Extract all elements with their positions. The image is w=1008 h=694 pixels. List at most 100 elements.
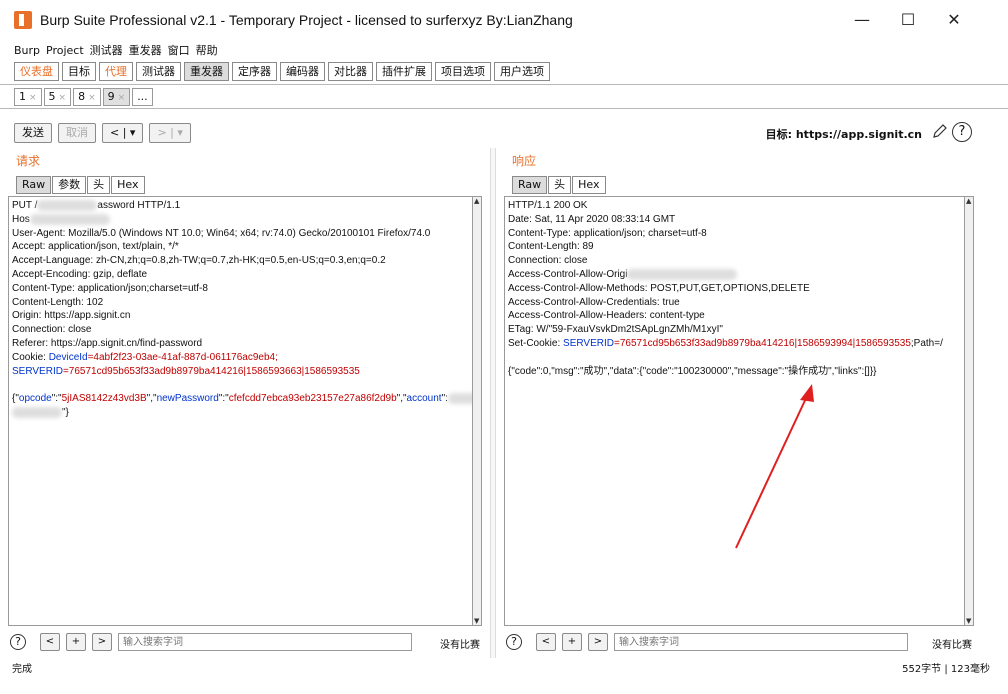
menu-help[interactable]: 帮助 (196, 42, 218, 58)
json-punct: "} (62, 406, 69, 418)
menu-window[interactable]: 窗口 (168, 42, 190, 58)
serverid-line: SERVERID=76571cd95b653f33ad9b8979ba41421… (12, 365, 470, 379)
header-line: Accept: application/json, text/plain, */… (12, 241, 179, 253)
repeater-tab-label: ... (137, 90, 148, 103)
tab-intruder[interactable]: 测试器 (136, 62, 181, 81)
next-match-button[interactable]: > (588, 633, 608, 651)
search-input[interactable] (118, 633, 412, 651)
close-icon[interactable]: × (118, 93, 126, 103)
prev-match-button[interactable]: < (536, 633, 556, 651)
json-key: account (406, 393, 442, 405)
help-icon[interactable]: ? (10, 634, 26, 650)
header-line: Access-Control-Allow-Methods: POST,PUT,G… (508, 282, 810, 294)
send-button[interactable]: 发送 (14, 123, 52, 143)
maximize-button[interactable]: ☐ (898, 11, 918, 31)
menu-repeater[interactable]: 重发器 (129, 42, 162, 58)
tab-headers[interactable]: 头 (87, 176, 111, 194)
request-tabs: Raw 参数 头 Hex (16, 176, 145, 194)
tab-dashboard[interactable]: 仪表盘 (14, 62, 59, 81)
request-editor[interactable]: PUT / assword HTTP/1.1 Hos User-Agent: Mozi… (8, 196, 474, 626)
close-icon[interactable]: × (88, 93, 96, 103)
repeater-tab[interactable]: 8 × (73, 88, 101, 106)
help-icon[interactable]: ? (952, 122, 972, 142)
close-icon[interactable]: × (29, 93, 37, 103)
status-line: HTTP/1.1 200 OK (508, 200, 588, 211)
scroll-down-icon[interactable]: ▼ (474, 617, 479, 625)
target-label: 目标: https://app.signit.cn (765, 128, 922, 141)
window-title: Burp Suite Professional v2.1 - Temporary… (40, 12, 573, 28)
tab-user-options[interactable]: 用户选项 (494, 62, 550, 81)
request-search-bar: ? < + > (10, 632, 412, 652)
tab-hex[interactable]: Hex (111, 176, 145, 194)
response-stats: 552字节 | 123毫秒 (902, 664, 990, 675)
tab-raw[interactable]: Raw (512, 176, 548, 194)
tab-proxy[interactable]: 代理 (99, 62, 133, 81)
tab-raw[interactable]: Raw (16, 176, 52, 194)
add-button[interactable]: + (66, 633, 86, 651)
menu-burp[interactable]: Burp (14, 44, 40, 57)
json-value: cfefcdd7ebca93eb23157e27a86f2d9b (228, 393, 397, 405)
cookie-key: DeviceId (48, 351, 88, 363)
response-tabs: Raw 头 Hex (512, 176, 606, 194)
request-panel: 请求 Raw 参数 头 Hex PUT / assword HTTP/1.1 Hos… (8, 152, 484, 658)
json-key: newPassword (156, 393, 219, 405)
pencil-icon[interactable] (932, 123, 948, 139)
json-value: 5jIAS8142z43vd3B (61, 393, 147, 405)
request-body: {"opcode":"5jIAS8142z43vd3B","newPasswor… (12, 392, 473, 406)
new-repeater-tab[interactable]: ... (132, 88, 153, 106)
match-count: 没有比赛 (932, 640, 972, 651)
scroll-down-icon[interactable]: ▼ (966, 617, 971, 625)
header-line: Connection: close (12, 324, 92, 336)
back-button[interactable]: < | ▾ (102, 123, 144, 143)
repeater-tab-label: 8 (78, 90, 86, 103)
tab-hex[interactable]: Hex (572, 176, 606, 194)
tab-sequencer[interactable]: 定序器 (232, 62, 277, 81)
scroll-up-icon[interactable]: ▲ (966, 197, 971, 205)
repeater-tab-label: 5 (48, 90, 56, 103)
cookie-value: =4abf2f23-03ae-41af-887d-061176ac9eb4; (87, 351, 278, 363)
add-button[interactable]: + (562, 633, 582, 651)
request-scrollbar[interactable]: ▲ ▼ (472, 196, 482, 626)
help-icon[interactable]: ? (506, 634, 522, 650)
tab-project-options[interactable]: 项目选项 (435, 62, 491, 81)
tab-divider (0, 84, 1008, 85)
response-scrollbar[interactable]: ▲ ▼ (964, 196, 974, 626)
close-button[interactable]: ✕ (944, 11, 964, 31)
acao-header-name: Access-Control-Allow-Origi (508, 268, 628, 280)
tab-comparer[interactable]: 对比器 (328, 62, 373, 81)
redacted-path (37, 199, 98, 211)
repeater-tab[interactable]: 5 × (43, 88, 72, 106)
prev-match-button[interactable]: < (40, 633, 60, 651)
pane-splitter[interactable] (490, 148, 496, 658)
json-punct: ":" (51, 393, 62, 405)
menu-project[interactable]: Project (46, 44, 84, 57)
tab-decoder[interactable]: 编码器 (280, 62, 325, 81)
subtab-divider (0, 108, 1008, 109)
repeater-tab-active[interactable]: 9 × (102, 88, 131, 106)
setcookie-line: Set-Cookie: SERVERID=76571cd95b653f33ad9… (508, 337, 962, 351)
acao-line: Access-Control-Allow-Origi (508, 268, 962, 282)
redacted-host (29, 213, 110, 225)
repeater-tab[interactable]: 1 × (14, 88, 42, 106)
tab-headers[interactable]: 头 (548, 176, 572, 194)
request-line: PUT / assword HTTP/1.1 (12, 199, 470, 213)
close-icon[interactable]: × (59, 93, 67, 103)
cancel-button[interactable]: 取消 (58, 123, 96, 143)
host-line: Hos (12, 213, 470, 227)
minimize-button[interactable]: — (852, 11, 872, 31)
tab-params[interactable]: 参数 (52, 176, 87, 194)
redacted-account (12, 406, 62, 418)
json-punct: ":" (218, 393, 229, 405)
tab-target[interactable]: 目标 (62, 62, 96, 81)
menu-intruder[interactable]: 测试器 (90, 42, 123, 58)
repeater-tab-label: 9 (107, 90, 115, 103)
tab-repeater[interactable]: 重发器 (184, 62, 229, 81)
setcookie-tail: ;Path=/ (910, 337, 943, 349)
scroll-up-icon[interactable]: ▲ (474, 197, 479, 205)
header-line: Content-Type: application/json;charset=u… (12, 282, 208, 294)
tab-extender[interactable]: 插件扩展 (376, 62, 432, 81)
search-input[interactable] (614, 633, 908, 651)
next-match-button[interactable]: > (92, 633, 112, 651)
forward-button[interactable]: > | ▾ (149, 123, 191, 143)
repeater-toolbar: 发送 取消 < | ▾ > | ▾ (14, 122, 191, 144)
